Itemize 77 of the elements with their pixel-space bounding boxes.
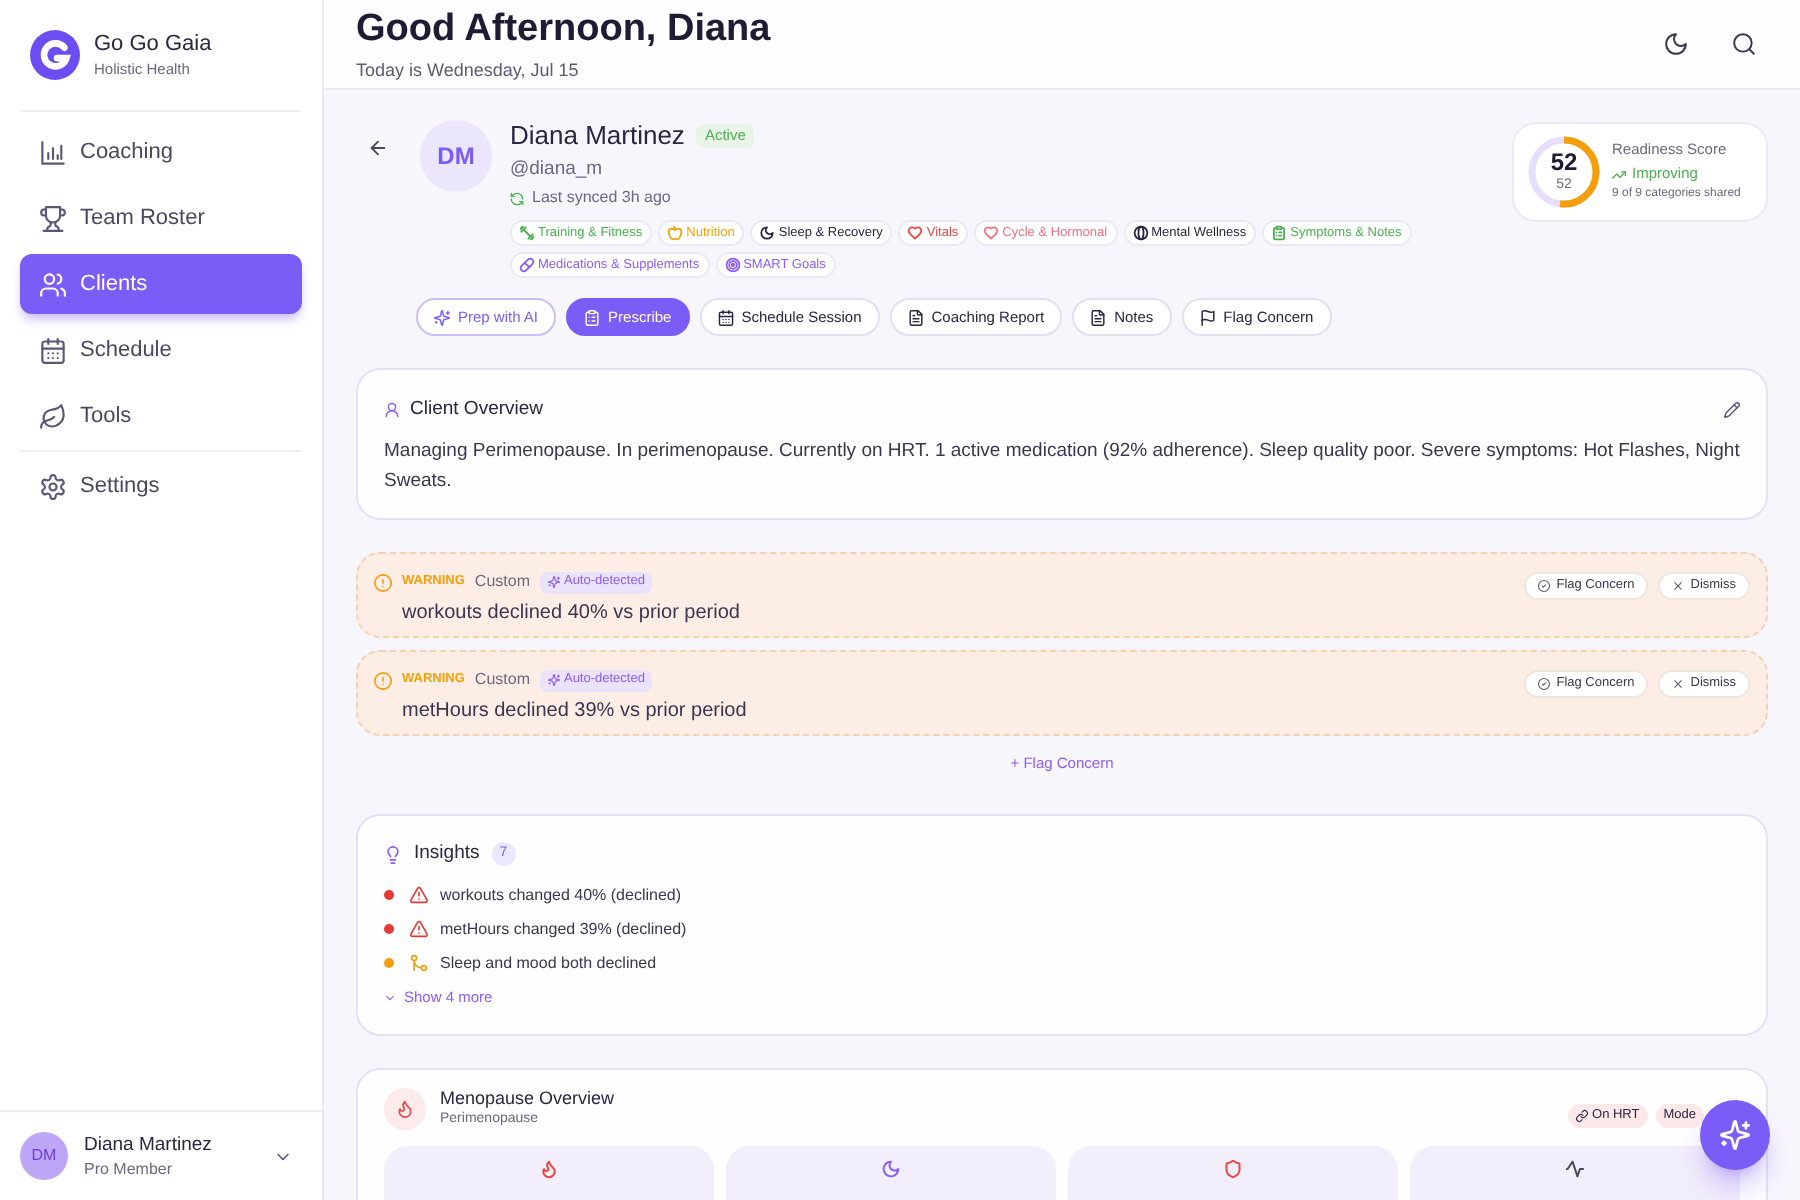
user-icon bbox=[384, 402, 400, 418]
nav-item[interactable]: Clients bbox=[20, 254, 302, 314]
trophy-icon bbox=[40, 205, 66, 231]
sparkles-icon bbox=[434, 309, 450, 325]
check-circle-icon bbox=[1538, 678, 1551, 690]
logo-icon bbox=[30, 30, 80, 80]
settings-icon bbox=[40, 473, 66, 499]
brand-name: Go Go Gaia bbox=[94, 30, 212, 58]
sparkles-icon bbox=[1720, 1120, 1750, 1150]
apple-icon bbox=[668, 226, 683, 240]
refresh-icon bbox=[510, 191, 524, 205]
users-icon bbox=[40, 271, 66, 297]
pill-icon bbox=[520, 258, 534, 272]
alert-circle-icon bbox=[374, 671, 392, 689]
nav-item[interactable]: Coaching bbox=[20, 122, 302, 182]
search-button[interactable] bbox=[1732, 32, 1756, 56]
card-title: Insights bbox=[414, 842, 480, 866]
document-icon bbox=[907, 309, 924, 325]
trend-up-icon bbox=[1612, 167, 1626, 181]
calendar-icon bbox=[40, 337, 66, 363]
heart-icon bbox=[908, 226, 923, 240]
lightbulb-icon bbox=[384, 845, 402, 863]
overview-text: Managing Perimenopause. In perimenopause. Currently on HRT. 1 active medication (92% adherence). Sleep quality poor. Severe symptoms: Hot Flashes, Night Sweats. bbox=[384, 438, 1740, 496]
client-avatar: DM bbox=[420, 120, 492, 192]
theme-toggle-button[interactable] bbox=[1664, 32, 1688, 56]
search-icon bbox=[1732, 32, 1756, 56]
back-button[interactable] bbox=[368, 138, 388, 158]
nav-item[interactable]: Tools bbox=[20, 386, 302, 446]
clipboard-icon bbox=[584, 309, 601, 325]
card-title: Client Overview bbox=[410, 398, 544, 422]
moon-icon bbox=[760, 226, 775, 240]
insight-text: metHours changed 39% (declined) bbox=[440, 917, 687, 939]
insight-text: Sleep and mood both declined bbox=[440, 951, 657, 973]
alert-source: Custom bbox=[474, 668, 530, 692]
close-icon bbox=[1672, 678, 1685, 690]
card-title: Menopause Overview bbox=[440, 1086, 615, 1110]
client-handle: @diana_m bbox=[510, 158, 605, 182]
sparkles-icon bbox=[547, 674, 560, 686]
back-arrow-icon bbox=[368, 138, 388, 158]
heart-icon bbox=[984, 226, 999, 240]
date-subtitle: Today is Wednesday, Jul 15 bbox=[356, 58, 581, 82]
greeting-title: Good Afternoon, Diana bbox=[356, 6, 771, 54]
moon-icon bbox=[1664, 32, 1688, 56]
sync-status: Last synced 3h ago bbox=[532, 188, 671, 208]
close-icon bbox=[1672, 580, 1685, 592]
readiness-score: 52 bbox=[1550, 150, 1578, 176]
nav-item[interactable]: Settings bbox=[20, 456, 302, 516]
dumbbell-icon bbox=[520, 226, 534, 240]
chevron-down-icon bbox=[384, 992, 396, 1004]
user-name: Diana Martinez bbox=[84, 1133, 214, 1157]
calendar-icon bbox=[717, 309, 734, 325]
edit-button[interactable] bbox=[1724, 402, 1740, 418]
flame-badge-icon bbox=[384, 1087, 426, 1129]
nav-item[interactable]: Team Roster bbox=[20, 188, 302, 248]
user-role: Pro Member bbox=[84, 1157, 175, 1179]
document-icon bbox=[1090, 309, 1107, 325]
clipboard-icon bbox=[1272, 226, 1287, 240]
warning-triangle-icon bbox=[410, 885, 428, 903]
link-icon bbox=[1576, 1110, 1589, 1122]
leaf-icon bbox=[40, 403, 66, 429]
alert-source: Custom bbox=[474, 570, 530, 594]
insight-text: workouts changed 40% (declined) bbox=[440, 883, 682, 905]
merge-icon bbox=[410, 953, 428, 971]
warning-triangle-icon bbox=[410, 919, 428, 937]
bar-chart-icon bbox=[40, 139, 66, 165]
target-icon bbox=[725, 258, 740, 272]
edit-icon bbox=[1724, 402, 1740, 418]
alert-message: metHours declined 39% vs prior period bbox=[402, 698, 747, 724]
nav-item[interactable]: Schedule bbox=[20, 320, 302, 380]
client-name: Diana Martinez bbox=[510, 120, 685, 152]
sparkles-icon bbox=[547, 576, 560, 588]
check-circle-icon bbox=[1538, 580, 1551, 592]
user-avatar: DM bbox=[20, 1132, 68, 1180]
globe-icon bbox=[1133, 226, 1148, 240]
alert-message: workouts declined 40% vs prior period bbox=[402, 600, 740, 626]
alert-circle-icon bbox=[374, 573, 392, 591]
flag-icon bbox=[1199, 309, 1216, 325]
